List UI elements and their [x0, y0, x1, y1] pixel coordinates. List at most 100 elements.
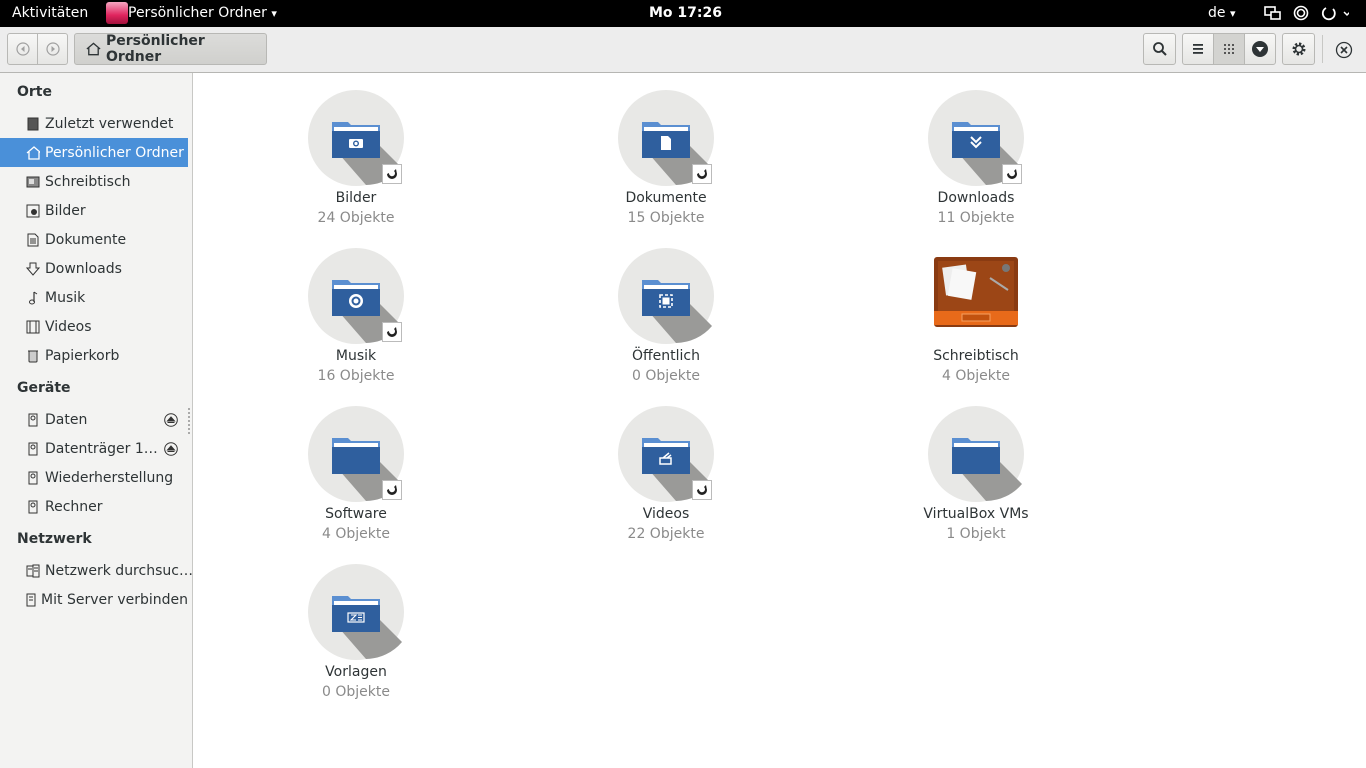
folder-icon	[928, 90, 1024, 186]
eject-icon[interactable]	[164, 441, 178, 456]
grid-view-button[interactable]	[1213, 33, 1245, 65]
forward-button[interactable]	[37, 33, 68, 65]
sidebar-item-videos[interactable]: Videos	[0, 312, 188, 341]
folder-item[interactable]: Schreibtisch 4 Objekte	[876, 248, 1076, 384]
clock[interactable]: Mo 17:26	[649, 5, 722, 21]
view-options-button[interactable]	[1244, 33, 1276, 65]
sidebar-item-documents[interactable]: Dokumente	[0, 225, 188, 254]
sidebar-item-trash[interactable]: Papierkorb	[0, 341, 188, 370]
folder-item-count: 11 Objekte	[937, 210, 1015, 226]
folder-item-count: 16 Objekte	[317, 368, 395, 384]
search-icon	[1152, 42, 1167, 56]
sidebar-item-home[interactable]: Persönlicher Ordner	[0, 138, 188, 167]
folder-icon	[618, 248, 714, 344]
path-bar-label: Persönlicher Ordner	[105, 33, 205, 65]
folder-icon	[308, 248, 404, 344]
arrow-left-icon	[15, 42, 30, 56]
recent-icon	[26, 116, 40, 132]
app-menu[interactable]: Persönlicher Ordner ▾	[128, 5, 277, 21]
top-bar: Aktivitäten Persönlicher Ordner ▾ Mo 17:…	[0, 0, 1366, 27]
folder-name: VirtualBox VMs	[923, 506, 1029, 522]
sidebar-heading-devices: Geräte	[17, 380, 71, 396]
folder-item[interactable]: Bilder 24 Objekte	[256, 90, 456, 226]
drive-icon	[26, 412, 40, 428]
keyboard-layout-menu[interactable]: de ▾	[1208, 5, 1235, 21]
close-button[interactable]	[1335, 41, 1353, 59]
sidebar-item-browse-network[interactable]: Netzwerk durchsuc…	[0, 556, 193, 585]
sidebar-item-label: Datenträger 1…	[45, 440, 158, 457]
sidebar-item-label: Mit Server verbinden	[41, 591, 188, 608]
sidebar-item-label: Persönlicher Ordner	[45, 144, 184, 161]
list-view-button[interactable]	[1182, 33, 1214, 65]
list-view-icon	[1193, 44, 1203, 54]
pane-resize-handle[interactable]	[188, 408, 192, 434]
network-icon	[26, 563, 40, 579]
sidebar-item-datentraeger[interactable]: Datenträger 1…	[0, 434, 188, 463]
sidebar-item-label: Daten	[45, 411, 88, 428]
folder-name: Schreibtisch	[933, 348, 1019, 364]
folder-name: Bilder	[335, 190, 377, 206]
folder-item[interactable]: VirtualBox VMs 1 Objekt	[876, 406, 1076, 542]
folder-icon	[618, 406, 714, 502]
folder-item-count: 24 Objekte	[317, 210, 395, 226]
folder-item[interactable]: Vorlagen 0 Objekte	[256, 564, 456, 700]
sidebar-item-pictures[interactable]: Bilder	[0, 196, 188, 225]
folder-item[interactable]: Dokumente 15 Objekte	[566, 90, 766, 226]
folder-item-count: 4 Objekte	[942, 368, 1010, 384]
drive-icon	[26, 441, 40, 457]
folder-item[interactable]: Musik 16 Objekte	[256, 248, 456, 384]
sidebar-item-label: Schreibtisch	[45, 173, 131, 190]
sidebar-item-rechner[interactable]: Rechner	[0, 492, 188, 521]
folder-icon	[928, 406, 1024, 502]
sidebar-heading-network: Netzwerk	[17, 531, 92, 547]
folder-item[interactable]: Software 4 Objekte	[256, 406, 456, 542]
sidebar-item-recent[interactable]: Zuletzt verwendet	[0, 109, 188, 138]
shared-link-emblem-icon	[692, 480, 712, 500]
folder-item-count: 4 Objekte	[322, 526, 390, 542]
sidebar-item-label: Videos	[45, 318, 92, 335]
folder-item-count: 1 Objekt	[946, 526, 1006, 542]
sidebar-item-connect-server[interactable]: Mit Server verbinden	[0, 585, 188, 614]
sidebar-item-label: Dokumente	[45, 231, 127, 248]
path-bar-home-button[interactable]: Persönlicher Ordner	[74, 33, 267, 65]
eject-icon[interactable]	[164, 412, 178, 427]
folder-item-count: 0 Objekte	[632, 368, 700, 384]
sidebar-item-label: Zuletzt verwendet	[45, 115, 174, 132]
folder-icon	[618, 90, 714, 186]
search-button[interactable]	[1143, 33, 1176, 65]
folder-item[interactable]: Videos 22 Objekte	[566, 406, 766, 542]
shared-link-emblem-icon	[382, 164, 402, 184]
folder-icon	[308, 90, 404, 186]
folder-item-count: 22 Objekte	[627, 526, 705, 542]
drive-icon	[26, 499, 40, 515]
trash-icon	[26, 348, 40, 364]
sidebar-item-daten[interactable]: Daten	[0, 405, 188, 434]
home-icon	[86, 42, 101, 56]
separator	[1322, 35, 1323, 63]
sidebar-item-wiederherstellung[interactable]: Wiederherstellung	[0, 463, 188, 492]
sidebar-item-downloads[interactable]: Downloads	[0, 254, 188, 283]
power-icon[interactable]	[1321, 5, 1351, 25]
folder-name: Musik	[335, 348, 377, 364]
back-button[interactable]	[7, 33, 38, 65]
desktop-icon	[26, 174, 40, 190]
activities-button[interactable]: Aktivitäten	[12, 5, 88, 21]
documents-icon	[26, 232, 40, 248]
shared-link-emblem-icon	[1002, 164, 1022, 184]
folder-item[interactable]: Downloads 11 Objekte	[876, 90, 1076, 226]
network-icon[interactable]	[1264, 5, 1282, 25]
accessibility-icon[interactable]	[1293, 5, 1309, 25]
sidebar-item-music[interactable]: Musik	[0, 283, 188, 312]
settings-button[interactable]	[1282, 33, 1315, 65]
folder-name: Öffentlich	[632, 348, 700, 364]
sidebar-item-label: Musik	[45, 289, 86, 306]
sidebar-item-label: Downloads	[45, 260, 122, 277]
folder-icon	[308, 564, 404, 660]
grid-view-icon	[1224, 44, 1234, 54]
arrow-right-icon	[45, 42, 60, 56]
sidebar-item-label: Bilder	[45, 202, 86, 219]
music-icon	[26, 290, 40, 306]
folder-icon	[308, 406, 404, 502]
sidebar-item-desktop[interactable]: Schreibtisch	[0, 167, 188, 196]
folder-item[interactable]: Öffentlich 0 Objekte	[566, 248, 766, 384]
